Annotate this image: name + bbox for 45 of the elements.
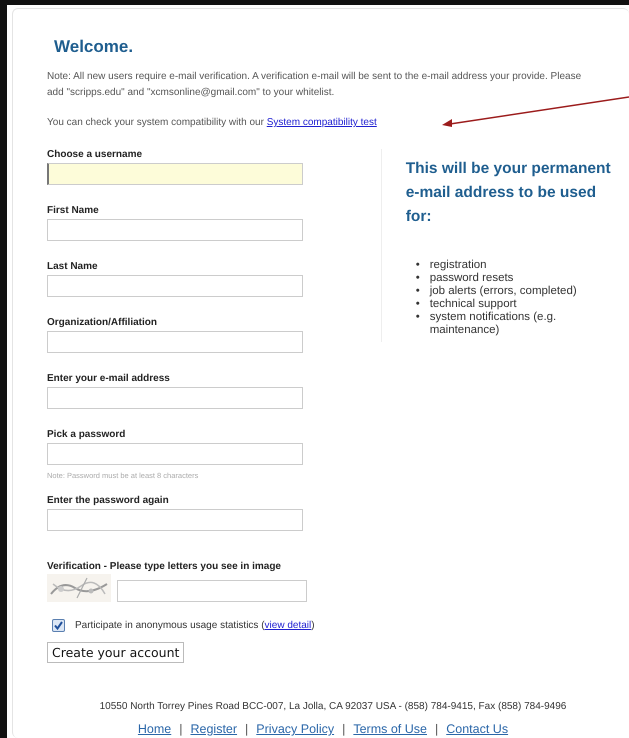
field-label: Enter the password again: [47, 495, 170, 506]
separator: |: [434, 722, 438, 736]
footer-link[interactable]: Terms of Use: [353, 722, 427, 736]
field-label: Choose a username: [47, 149, 144, 160]
compatibility-text: You can check your system compatibility with our System compatibility test: [47, 116, 378, 130]
bullet: •: [416, 311, 421, 325]
input-field[interactable]: [47, 331, 303, 353]
input-field[interactable]: [47, 163, 303, 185]
address-text: 10550 North Torrey Pines Road BCC-007, La Jolla, CA 92037 USA - (858) 784-9415, Fax (858) 784-9496: [98, 700, 568, 714]
verification-label: Verification - Please type letters you see in image: [47, 561, 282, 572]
separator: |: [245, 722, 248, 736]
bullet: •: [416, 285, 421, 298]
info-item: system notifications (e.g. maintenance): [430, 311, 558, 337]
field-label: Enter your e-mail address: [47, 373, 171, 384]
verification-note: Note: All new users require e-mail verification. A verification e-mail will be sent to the e-mail address your provide. Please add "scripps.edu" and "xcmsonline@gmail.com" to your whitelist.: [47, 70, 582, 100]
input-field[interactable]: [47, 443, 303, 465]
create-account-button[interactable]: Create your account: [47, 642, 184, 663]
info-item: registration: [430, 259, 487, 272]
footer-link[interactable]: Home: [138, 722, 172, 736]
separator: |: [342, 722, 346, 736]
bullet: •: [416, 298, 421, 311]
compatibility-link[interactable]: System compatibility test: [266, 117, 377, 128]
field-label: Pick a password: [47, 429, 126, 440]
footer-link[interactable]: Privacy Policy: [256, 722, 334, 736]
statistics-label: Participate in anonymous usage statistics (view detail): [75, 620, 315, 631]
view-detail-link[interactable]: view detail: [264, 620, 312, 631]
input-field[interactable]: [47, 509, 303, 531]
input-field[interactable]: [47, 275, 303, 297]
info-item: technical support: [430, 298, 517, 311]
field-label: Organization/Affiliation: [47, 317, 158, 328]
input-field[interactable]: [47, 387, 303, 409]
input-field[interactable]: [47, 219, 303, 241]
info-item: job alerts (errors, completed): [430, 285, 577, 298]
footer-link[interactable]: Register: [190, 722, 238, 736]
footer-link[interactable]: Contact Us: [446, 722, 508, 736]
info-item: password resets: [430, 272, 514, 285]
field-label: Last Name: [47, 261, 99, 272]
checkbox[interactable]: [52, 619, 65, 632]
welcome-heading: Welcome.: [54, 37, 134, 57]
bullet: •: [416, 259, 421, 272]
bullet: •: [416, 272, 421, 285]
separator: |: [179, 722, 182, 736]
captcha-input[interactable]: [117, 580, 307, 602]
field-label: First Name: [47, 205, 100, 216]
info-heading: This will be your permanent e-mail address to be used for:: [406, 159, 612, 227]
